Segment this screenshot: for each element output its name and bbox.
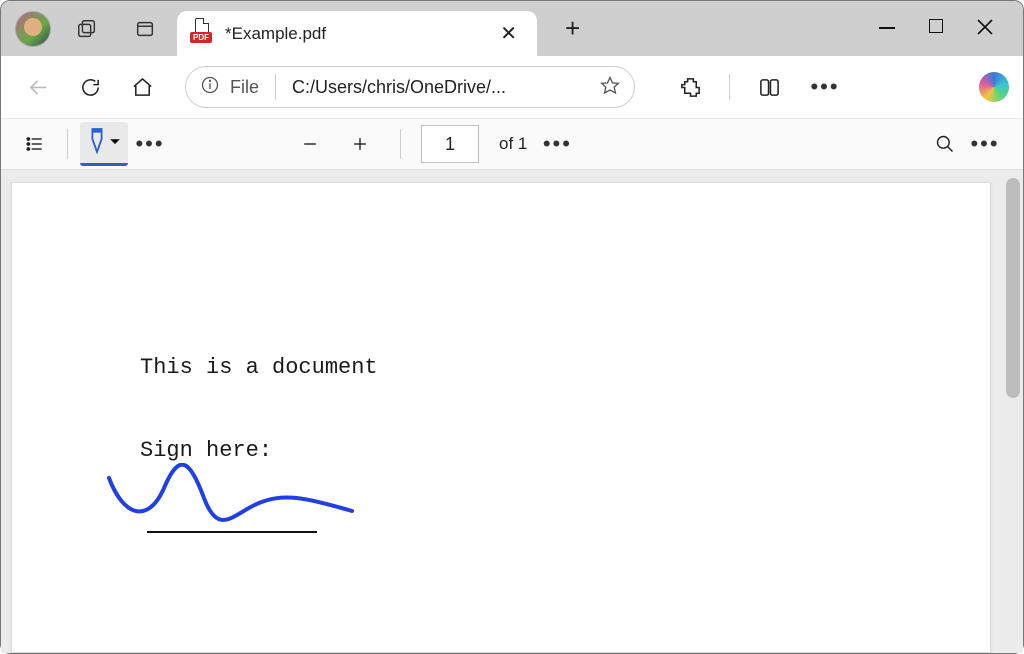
pdf-page[interactable]: This is a document Sign here: [11,182,991,653]
tab-actions-icon[interactable] [131,15,159,43]
extensions-icon[interactable] [673,70,707,104]
separator [67,129,68,159]
url-scheme-label: File [230,77,259,98]
site-info-icon[interactable] [200,75,220,100]
tab-close-button[interactable]: ✕ [494,19,523,48]
toolbar-right: ••• [673,70,842,104]
new-tab-button[interactable]: + [557,13,588,44]
document-viewport[interactable]: This is a document Sign here: [1,170,1023,653]
vertical-scrollbar[interactable] [1006,174,1020,654]
title-bar: PDF *Example.pdf ✕ + [1,1,1023,56]
browser-toolbar: File C:/Users/chris/OneDrive/... ••• [1,56,1023,118]
split-screen-icon[interactable] [752,70,786,104]
search-icon[interactable] [925,124,965,164]
refresh-button[interactable] [73,70,107,104]
separator [729,74,730,100]
settings-more-icon[interactable]: ••• [808,70,842,104]
page-total-label: of 1 [499,134,527,154]
window-minimize-button[interactable] [879,19,895,39]
window-controls [879,19,1015,39]
favorite-icon[interactable] [600,75,620,100]
page-view-more-icon[interactable]: ••• [537,124,577,164]
workspaces-icon[interactable] [73,15,101,43]
profile-avatar[interactable] [15,11,51,47]
separator [400,129,401,159]
pdf-more-tools-icon[interactable]: ••• [130,124,170,164]
pdf-toolbar: ••• 1 of 1 ••• ••• [1,118,1023,170]
window-maximize-button[interactable] [929,19,943,39]
handwritten-signature [104,463,364,533]
back-button[interactable] [21,70,55,104]
draw-tool-active[interactable] [80,122,128,166]
document-text-line: Sign here: [140,436,990,467]
signature-line [147,531,317,533]
address-bar[interactable]: File C:/Users/chris/OneDrive/... [185,66,635,108]
tab-title: *Example.pdf [225,24,326,44]
chevron-down-icon[interactable] [108,133,122,153]
zoom-in-button[interactable] [340,124,380,164]
document-text-line: This is a document [140,353,990,384]
copilot-icon[interactable] [979,72,1009,102]
pdf-file-icon: PDF [193,24,213,44]
pen-icon [86,126,108,159]
pdf-settings-more-icon[interactable]: ••• [965,124,1005,164]
zoom-controls: 1 of 1 ••• [290,124,577,164]
url-path: C:/Users/chris/OneDrive/... [292,77,590,98]
zoom-out-button[interactable] [290,124,330,164]
browser-tab[interactable]: PDF *Example.pdf ✕ [177,11,537,57]
table-of-contents-icon[interactable] [15,124,55,164]
page-number-input[interactable]: 1 [421,125,479,163]
scrollbar-thumb[interactable] [1006,178,1020,398]
separator [275,74,276,100]
window-close-button[interactable] [977,19,993,39]
home-button[interactable] [125,70,159,104]
